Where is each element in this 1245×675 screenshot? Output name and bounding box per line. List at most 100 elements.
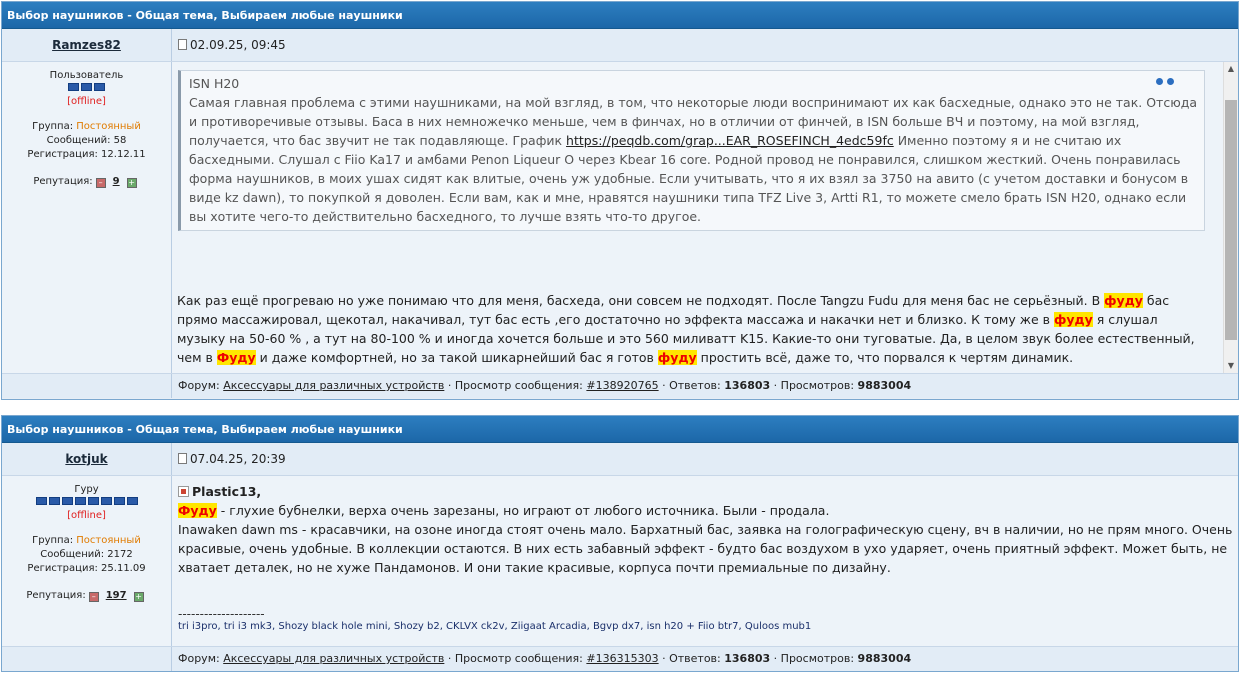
reputation-label: Репутация: [33,176,93,187]
views-value: 9883004 [857,652,912,665]
replies-label: · Ответов: [658,379,721,392]
scroll-down-icon[interactable]: ▼ [1224,359,1238,373]
post-footer: Форум: Аксессуары для различных устройст… [2,646,1238,671]
highlight-word: фуду [1053,312,1093,327]
rank-star-icon [48,497,60,505]
author-name[interactable]: kotjuk [65,452,107,466]
user-info: Гуру [offline] Группа: Постоянный Сообще… [2,476,172,646]
view-label: · Просмотр сообщения: [444,379,583,392]
topic-title-bar[interactable]: Выбор наушников - Общая тема, Выбираем л… [2,416,1238,443]
rep-minus-icon[interactable]: – [95,178,106,188]
registration-label: Регистрация: [27,563,98,574]
highlight-word: фуду [657,350,697,365]
quote-link[interactable]: https://peqdb.com/grap...EAR_ROSEFINCH_4… [566,133,894,148]
rank-star-icon [126,497,138,505]
rank-stars [2,83,171,94]
forum-label: Форум: [178,652,220,665]
post-content: ISN H20 Самая главная проблема с этими н… [172,62,1238,373]
status-offline: [offline] [67,510,106,521]
post-scrollbar[interactable]: ▲ ▼ [1223,62,1238,373]
registration-value: 25.11.09 [101,563,146,574]
registration-value: 12.12.11 [101,149,146,160]
rank-stars [2,497,171,508]
rank-star-icon [74,497,86,505]
rank-star-icon [100,497,112,505]
post-body: Пользователь [offline] Группа: Постоянны… [2,62,1238,373]
post-body: Гуру [offline] Группа: Постоянный Сообще… [2,476,1238,646]
messages-value: 58 [113,135,127,146]
post-text: Фуду - глухие бубнелки, верха очень заре… [178,501,1238,520]
footer-info: Форум: Аксессуары для различных устройст… [172,647,1238,671]
post-text-part: Как раз ещё прогреваю но уже понимаю что… [177,293,1105,308]
author-name[interactable]: Ramzes82 [52,38,121,52]
reply-to-name[interactable]: Plastic13, [192,484,261,499]
rank-star-icon [94,83,105,91]
group-label: Группа: [32,121,74,132]
topic-title[interactable]: Выбор наушников - Общая тема, Выбираем л… [7,9,403,22]
post-date: 07.04.25, 20:39 [190,452,286,466]
reputation-value[interactable]: 197 [106,590,127,601]
forum-link[interactable]: Аксессуары для различных устройств [223,652,444,665]
topic-title[interactable]: Выбор наушников - Общая тема, Выбираем л… [7,423,403,436]
rank-star-icon [87,497,99,505]
quote-dots-icon[interactable] [1152,71,1174,90]
status-offline: [offline] [67,96,106,107]
signature-text: tri i3pro, tri i3 mk3, Shozy black hole … [178,621,812,632]
post-text-part: и даже комфортней, но за такой шикарнейш… [255,350,658,365]
post-header: kotjuk 07.04.25, 20:39 [2,443,1238,476]
post-1: Выбор наушников - Общая тема, Выбираем л… [1,1,1239,400]
view-label: · Просмотр сообщения: [444,652,583,665]
rep-plus-icon[interactable]: + [126,178,137,188]
forum-label: Форум: [178,379,220,392]
author-cell: kotjuk [2,443,172,475]
replies-label: · Ответов: [658,652,721,665]
reputation-label: Репутация: [26,590,86,601]
post-footer: Форум: Аксессуары для различных устройст… [2,373,1238,398]
messages-value: 2172 [107,549,133,560]
reputation: Репутация: –197 + [2,590,171,602]
document-icon [178,39,187,50]
quote-text: Самая главная проблема с этими наушникам… [189,93,1198,226]
user-stats: Группа: Постоянный Сообщений: 58 Регистр… [2,120,171,162]
view-post-link[interactable]: #138920765 [586,379,658,392]
highlight-word: Фуду [178,503,217,518]
user-rank: Пользователь [49,70,124,81]
post-text-part: простить всё, даже то, что порвался к че… [696,350,1074,365]
rep-plus-icon[interactable]: + [133,592,144,602]
user-info: Пользователь [offline] Группа: Постоянны… [2,62,172,373]
messages-label: Сообщений: [40,549,105,560]
highlight-word: Фуду [216,350,256,365]
rank-star-icon [61,497,73,505]
views-label: · Просмотров: [770,652,855,665]
topic-title-bar[interactable]: Выбор наушников - Общая тема, Выбираем л… [2,2,1238,29]
group-label: Группа: [32,535,74,546]
reputation: Репутация: –9 + [2,176,171,188]
signature-separator: -------------------- [178,607,265,621]
post-header: Ramzes82 02.09.25, 09:45 [2,29,1238,62]
rep-minus-icon[interactable]: – [88,592,99,602]
messages-label: Сообщений: [46,135,111,146]
user-stats: Группа: Постоянный Сообщений: 2172 Регис… [2,534,171,576]
rank-star-icon [81,83,92,91]
view-post-link[interactable]: #136315303 [586,652,658,665]
post-content: Plastic13, Фуду - глухие бубнелки, верха… [172,476,1238,646]
post-text-part: - глухие бубнелки, верха очень зарезаны,… [216,503,830,518]
views-label: · Просмотров: [770,379,855,392]
replies-value: 136803 [724,652,771,665]
highlight-word: фуду [1104,293,1143,308]
rank-star-icon [113,497,125,505]
reputation-value[interactable]: 9 [113,176,120,187]
reply-arrow-icon[interactable] [178,486,189,497]
author-cell: Ramzes82 [2,29,172,61]
date-cell: 02.09.25, 09:45 [172,29,1238,61]
post-2: Выбор наушников - Общая тема, Выбираем л… [1,415,1239,672]
scroll-thumb[interactable] [1225,100,1237,340]
scroll-up-icon[interactable]: ▲ [1224,62,1238,76]
group-value: Постоянный [76,121,141,132]
date-cell: 07.04.25, 20:39 [172,443,1238,475]
forum-link[interactable]: Аксессуары для различных устройств [223,379,444,392]
post-date: 02.09.25, 09:45 [190,38,286,52]
views-value: 9883004 [857,379,912,392]
rank-star-icon [35,497,47,505]
footer-info: Форум: Аксессуары для различных устройст… [172,374,1238,398]
